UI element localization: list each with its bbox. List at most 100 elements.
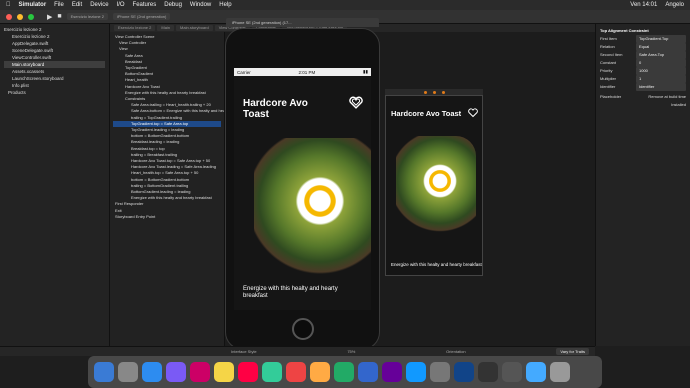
books-icon[interactable] xyxy=(310,362,330,382)
simulator-screen[interactable]: Carrier 2:01 PM ▮▮ Hardcore Avo Toast En… xyxy=(234,68,371,310)
apple-icon[interactable]:  xyxy=(6,2,11,8)
navigator-item[interactable]: ViewController.swift xyxy=(4,54,105,61)
inspector-row: Constant 0 xyxy=(600,59,686,67)
numbers-icon[interactable] xyxy=(334,362,354,382)
menu-debug[interactable]: Debug xyxy=(164,2,182,8)
menu-bar:  Simulator File Edit Device I/O Feature… xyxy=(0,0,690,10)
navigator-item[interactable]: Esercizio lezione 2 xyxy=(4,33,105,40)
downloads-icon[interactable] xyxy=(526,362,546,382)
close-window-button[interactable] xyxy=(6,13,12,20)
installed-checkbox[interactable]: Installed xyxy=(671,101,686,109)
user-name[interactable]: Angelo xyxy=(665,2,684,8)
zoom-level[interactable]: 75% xyxy=(347,349,355,354)
navigator-item[interactable]: AppDelegate.swift xyxy=(4,40,105,47)
inspector-value[interactable]: 1 xyxy=(636,75,686,83)
inspector-row: Identifier Identifier xyxy=(600,83,686,91)
safari-icon[interactable] xyxy=(142,362,162,382)
status-bar: Carrier 2:01 PM ▮▮ xyxy=(234,68,371,76)
scene-dock[interactable] xyxy=(385,89,483,95)
messages-icon[interactable] xyxy=(262,362,282,382)
jump-bar-item[interactable]: Esercizio lezione 2 xyxy=(114,25,156,31)
calendar-icon[interactable] xyxy=(190,362,210,382)
first-responder-icon[interactable] xyxy=(432,90,436,94)
trash-icon[interactable] xyxy=(550,362,570,382)
device-selector[interactable]: iPhone SE (2nd generation) xyxy=(112,13,171,20)
inspector-value[interactable]: Equal xyxy=(636,43,686,51)
finder-icon[interactable] xyxy=(94,362,114,382)
attributes-inspector: Top Alignment Constraint First Item TopGr… xyxy=(595,24,690,346)
notes-icon[interactable] xyxy=(214,362,234,382)
inspector-row: Second Item Safe Area.Top xyxy=(600,51,686,59)
outline-item[interactable]: Storyboard Entry Point xyxy=(113,214,221,220)
battery-icon: ▮▮ xyxy=(363,69,368,74)
navigator-item[interactable]: Products xyxy=(4,89,105,96)
clock[interactable]: Ven 14:01 xyxy=(630,2,657,8)
navigator-item[interactable]: Assets.xcassets xyxy=(4,68,105,75)
inspector-value[interactable]: 1000 xyxy=(636,67,686,75)
vc-icon[interactable] xyxy=(423,90,427,94)
heart-icon xyxy=(468,108,478,118)
menu-file[interactable]: File xyxy=(54,2,64,8)
inspector-row: Multiplier 1 xyxy=(600,75,686,83)
app-menu[interactable]: Simulator xyxy=(19,2,47,8)
app-store-icon[interactable] xyxy=(406,362,426,382)
inspector-row: Priority 1000 xyxy=(600,67,686,75)
jump-bar-item[interactable]: Main.storyboard xyxy=(176,25,213,31)
minimize-window-button[interactable] xyxy=(17,13,23,20)
storyboard-view-controller[interactable]: Hardcore Avo Toast Energize with this he… xyxy=(385,95,483,276)
simulator-title: iPhone SE (2nd generation) (17... xyxy=(226,18,379,27)
menu-features[interactable]: Features xyxy=(133,2,157,8)
photos-icon[interactable] xyxy=(238,362,258,382)
navigator-item[interactable]: Main.storyboard xyxy=(4,61,105,68)
run-icon[interactable]: ▶ xyxy=(47,13,52,21)
inspector-label: Priority xyxy=(600,68,613,73)
home-button[interactable] xyxy=(292,318,314,340)
inspector-value[interactable]: TopGradient.Top xyxy=(636,35,686,43)
board-subtitle: Energize with this healty and hearty bre… xyxy=(391,262,482,267)
system-preferences-icon[interactable] xyxy=(430,362,450,382)
launchpad-icon[interactable] xyxy=(118,362,138,382)
status-time: 2:01 PM xyxy=(298,69,316,75)
music-icon[interactable] xyxy=(286,362,306,382)
menu-edit[interactable]: Edit xyxy=(72,2,82,8)
inspector-value[interactable]: Safe Area.Top xyxy=(636,51,686,59)
heart-icon[interactable] xyxy=(349,96,363,110)
keynote-icon[interactable] xyxy=(358,362,378,382)
terminal-icon[interactable] xyxy=(478,362,498,382)
inspector-label: Constant xyxy=(600,60,617,65)
inspector-label: Identifier xyxy=(600,84,616,89)
scheme-selector[interactable]: Esercizio lezione 2 xyxy=(66,13,108,20)
document-outline: View Controller Scene View Controller View… xyxy=(110,32,225,346)
navigator-item[interactable]: Info.plist xyxy=(4,82,105,89)
orientation-button[interactable]: Orientation xyxy=(446,349,466,354)
menu-device[interactable]: Device xyxy=(90,2,108,8)
inspector-label: Second Item xyxy=(600,52,623,57)
menu-io[interactable]: I/O xyxy=(117,2,125,8)
app-title: Hardcore Avo Toast xyxy=(243,98,308,120)
interface-style-button[interactable]: Interface Style xyxy=(231,349,257,354)
app-subtitle: Energize with this healty and hearty bre… xyxy=(243,286,338,299)
navigator-item[interactable]: Esercizio lezione 2 xyxy=(4,26,105,33)
inspector-value[interactable]: Identifier xyxy=(636,83,686,91)
inspector-heading: Top Alignment Constraint xyxy=(600,28,649,33)
zoom-window-button[interactable] xyxy=(28,13,34,20)
stop-icon[interactable]: ■ xyxy=(57,13,61,20)
simulator-icon[interactable] xyxy=(502,362,522,382)
contacts-icon[interactable] xyxy=(166,362,186,382)
breakfast-image xyxy=(396,136,476,236)
menu-help[interactable]: Help xyxy=(219,2,231,8)
inspector-label: Relation xyxy=(600,44,615,49)
vary-for-traits-button[interactable]: Vary for Traits xyxy=(556,348,589,355)
inspector-value[interactable]: 0 xyxy=(636,59,686,67)
navigator-filter-bar[interactable] xyxy=(0,346,225,356)
remove-at-build-checkbox[interactable]: Remove at build time xyxy=(648,93,686,101)
xcode-icon[interactable] xyxy=(454,362,474,382)
imovie-icon[interactable] xyxy=(382,362,402,382)
menu-window[interactable]: Window xyxy=(190,2,211,8)
inspector-row: First Item TopGradient.Top xyxy=(600,35,686,43)
navigator-item[interactable]: SceneDelegate.swift xyxy=(4,47,105,54)
exit-icon[interactable] xyxy=(441,90,445,94)
inspector-label: First Item xyxy=(600,36,617,41)
navigator-item[interactable]: LaunchScreen.storyboard xyxy=(4,75,105,82)
jump-bar-item[interactable]: Main xyxy=(157,25,175,31)
